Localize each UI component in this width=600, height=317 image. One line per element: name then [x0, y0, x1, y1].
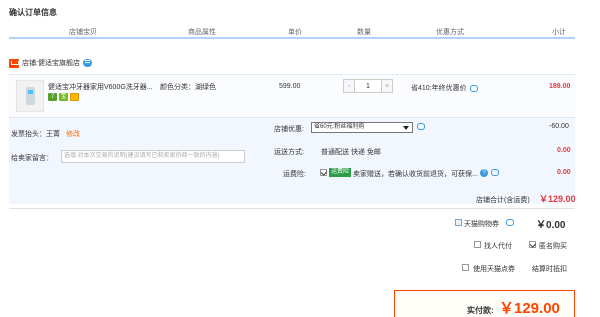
product-title-link[interactable]: 健适宝冲牙器家用V600G洗牙器... [48, 82, 153, 92]
page-title: 确认订单信息 [9, 8, 57, 17]
invoice-edit-link[interactable]: 修改 [66, 129, 80, 139]
unit-price: 599.00 [279, 83, 301, 90]
credit-card-icon[interactable] [70, 93, 79, 101]
shop-name-link[interactable]: 健适宝旗舰店 [38, 58, 80, 68]
shipping-method: 普通配送 快递 免邮 [321, 149, 381, 156]
decrease-button[interactable]: - [344, 80, 355, 92]
store-total-value: ￥129.00 [539, 194, 576, 204]
memo-label: 给卖家留言： [11, 155, 53, 162]
order-item: 健适宝冲牙器家用V600G洗牙器... 颜色分类：湖绿色 7 宝 599.00 … [9, 74, 575, 116]
column-header-attr: 商品属性 [188, 29, 216, 36]
points-value: 结算时抵扣 [532, 266, 567, 273]
promo-info-icon[interactable] [469, 84, 478, 92]
item-subtotal: 189.00 [549, 83, 571, 90]
column-header-subtotal: 小计 [552, 29, 566, 36]
shipping-label: 运送方式: [274, 149, 304, 156]
insurance-chat-icon[interactable] [491, 169, 499, 176]
shipping-amount: 0.00 [557, 147, 571, 154]
proxy-pay-label: 找人代付 [484, 243, 512, 250]
order-options: 发票抬头： 王菁 修改 给卖家留言： 选填:对本次交易的说明(建议填写已和卖家协… [9, 117, 576, 204]
shop-icon [9, 58, 19, 68]
column-header-promo: 优惠方式 [436, 29, 464, 36]
coupon-checkbox[interactable] [455, 219, 462, 226]
shop-prefix: 店铺: [22, 60, 38, 67]
chat-icon[interactable] [82, 59, 92, 67]
discount-amount: -60.00 [549, 123, 569, 130]
increase-button[interactable]: + [381, 80, 392, 92]
insurance-checkbox[interactable] [320, 169, 327, 176]
insurance-label: 运费险: [283, 171, 306, 178]
product-attribute: 颜色分类：湖绿色 [160, 84, 216, 91]
discount-info-icon[interactable] [417, 123, 425, 130]
coupon-label: 天猫购物券 [464, 221, 499, 228]
shop-row: 店铺: 健适宝旗舰店 [9, 56, 92, 70]
service-badges: 7 宝 [48, 93, 79, 101]
insurance-text: 卖家赠送，若确认收货前退货，可获保... [353, 171, 478, 178]
pay-value: ￥129.00 [499, 300, 560, 317]
store-total-label: 店铺合计(含运费) [476, 197, 530, 204]
shop-discount-select[interactable]: 省60元:粉丝福利购 [311, 122, 413, 133]
insurance-amount: 0.00 [557, 169, 571, 176]
divider [9, 208, 575, 209]
promo-label: 省410:年终优惠价 [411, 85, 467, 92]
seven-day-return-icon[interactable]: 7 [48, 93, 57, 101]
anonymous-label: 匿名购买 [539, 243, 567, 250]
promo-info: 省410:年终优惠价 [411, 83, 478, 93]
points-label: 使用天猫点券 [473, 266, 515, 273]
seller-memo-input[interactable]: 选填:对本次交易的说明(建议填写已和卖家协商一致的内容) [61, 150, 245, 163]
points-checkbox[interactable] [462, 264, 469, 271]
quantity-input[interactable]: 1 [355, 80, 381, 92]
payment-total-box: 实付款: ￥129.00 [394, 290, 575, 317]
anonymous-checkbox[interactable] [529, 241, 536, 248]
proxy-pay-checkbox[interactable] [474, 241, 481, 248]
insurance-badge: 运费险 [329, 168, 352, 177]
pay-label: 实付款: [467, 306, 494, 315]
coupon-info-icon[interactable] [506, 219, 514, 226]
table-header: 店铺宝贝 商品属性 单价 数量 优惠方式 小计 [9, 23, 575, 39]
shop-discount-label: 店铺优惠: [274, 126, 304, 133]
coupon-value: ￥0.00 [536, 220, 566, 231]
column-header-quantity: 数量 [357, 29, 371, 36]
product-thumbnail[interactable] [16, 80, 44, 112]
help-icon[interactable]: ? [480, 169, 488, 177]
consumer-protection-icon[interactable]: 宝 [59, 93, 68, 101]
invoice-label: 发票抬头： [11, 131, 46, 138]
invoice-value: 王菁 [46, 131, 60, 138]
column-header-price: 单价 [288, 29, 302, 36]
quantity-stepper[interactable]: - 1 + [343, 79, 393, 93]
column-header-item: 店铺宝贝 [69, 29, 97, 36]
